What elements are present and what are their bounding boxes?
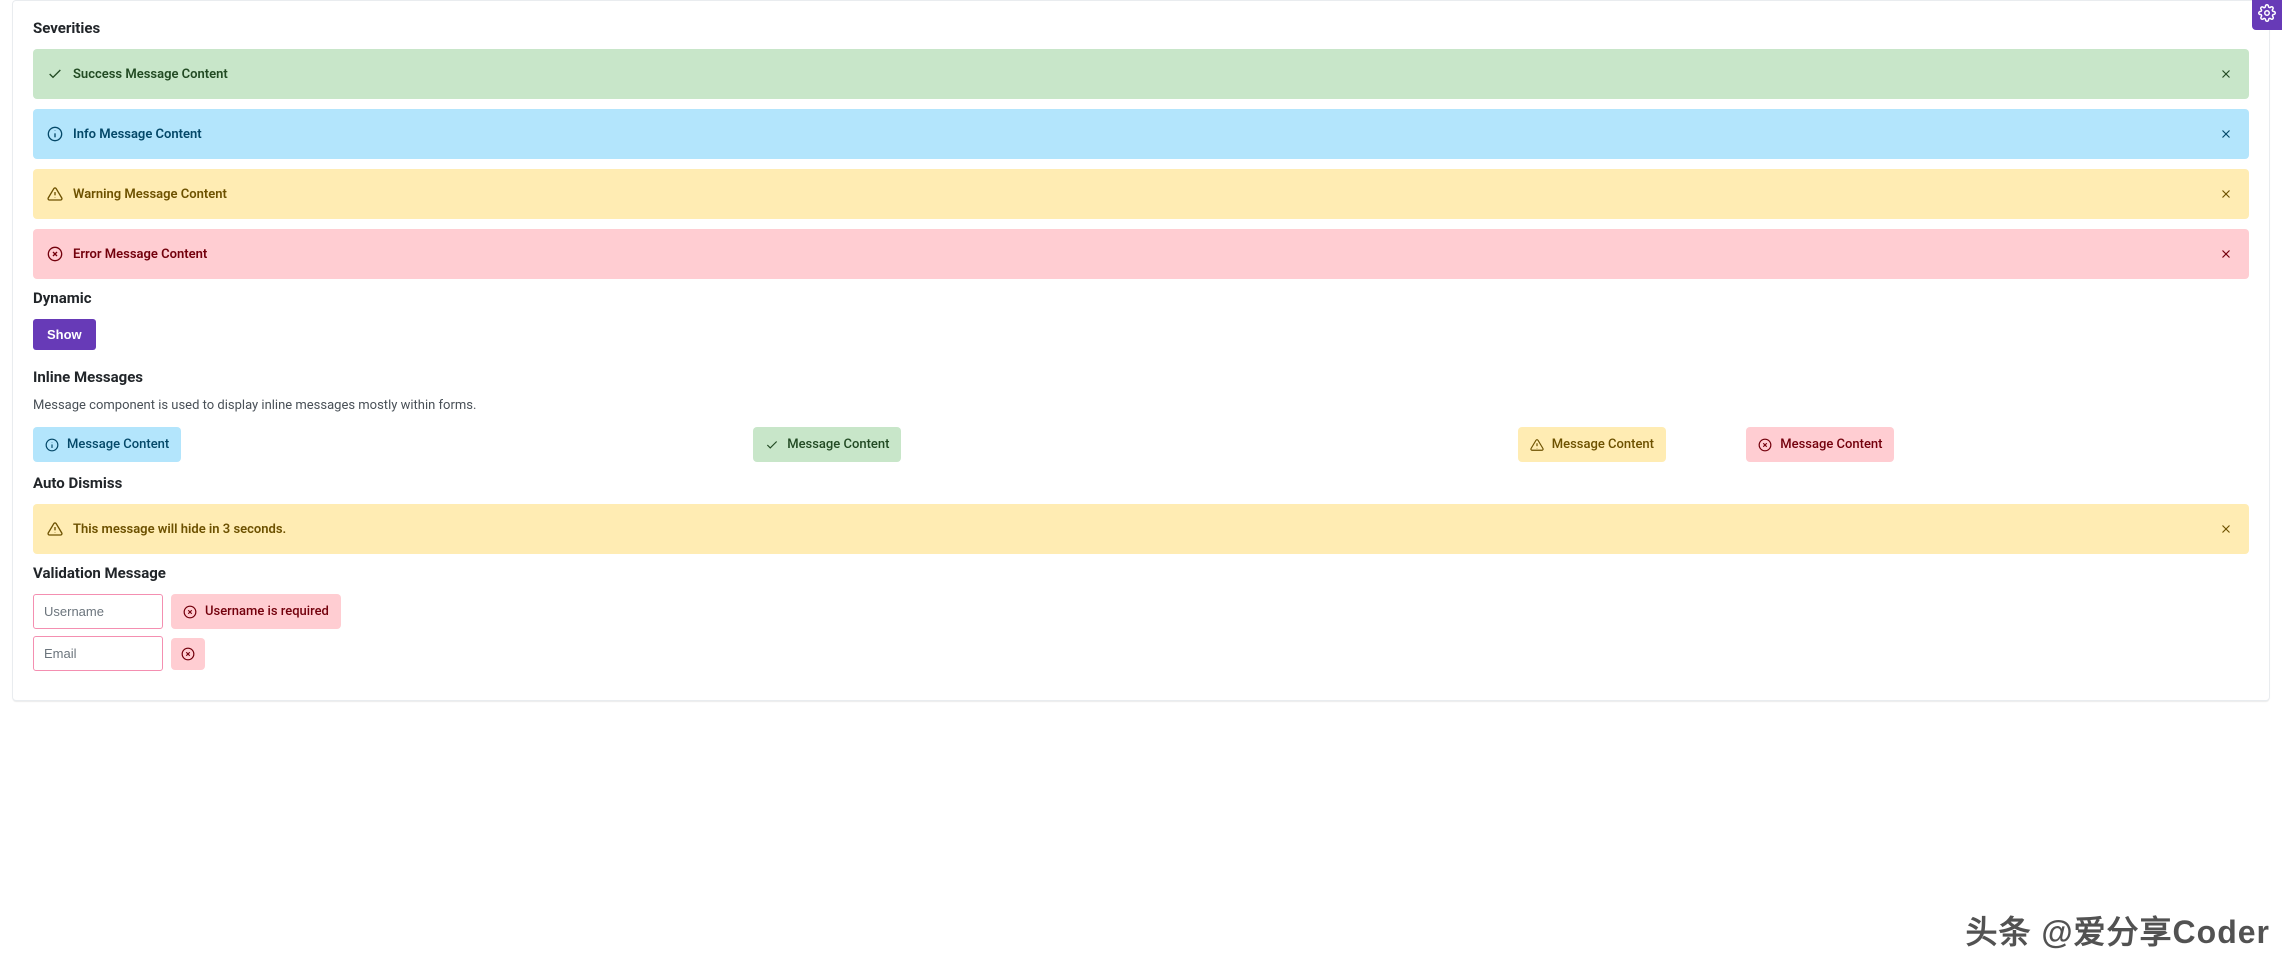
warning-icon	[47, 186, 63, 202]
message-error: Error Message Content	[33, 229, 2249, 279]
error-icon	[181, 647, 195, 661]
inline-message-text: Message Content	[787, 437, 889, 452]
error-icon	[183, 605, 197, 619]
settings-fab[interactable]	[2252, 0, 2282, 30]
info-icon	[47, 126, 63, 142]
check-icon	[765, 438, 779, 452]
email-row	[33, 636, 2249, 671]
inline-message-info: Message Content	[33, 427, 181, 462]
check-icon	[47, 66, 63, 82]
severities-heading: Severities	[33, 19, 2249, 37]
message-text: Error Message Content	[73, 247, 2217, 262]
message-text: Success Message Content	[73, 67, 2217, 82]
message-warn: Warning Message Content	[33, 169, 2249, 219]
username-input[interactable]	[33, 594, 163, 629]
warning-icon	[47, 521, 63, 537]
show-button[interactable]: Show	[33, 319, 96, 350]
inline-message-row: Message Content Message Content Message …	[33, 427, 2249, 462]
error-icon	[47, 246, 63, 262]
email-input[interactable]	[33, 636, 163, 671]
username-error-message: Username is required	[171, 594, 341, 629]
inline-message-error: Message Content	[1746, 427, 1894, 462]
dynamic-heading: Dynamic	[33, 289, 2249, 307]
message-text: Warning Message Content	[73, 187, 2217, 202]
demo-card: Severities Success Message Content Info …	[12, 0, 2270, 701]
message-text: This message will hide in 3 seconds.	[73, 522, 2217, 537]
validation-heading: Validation Message	[33, 564, 2249, 582]
inline-heading: Inline Messages	[33, 368, 2249, 386]
info-icon	[45, 438, 59, 452]
close-button[interactable]	[2217, 245, 2235, 263]
message-success: Success Message Content	[33, 49, 2249, 99]
close-button[interactable]	[2217, 125, 2235, 143]
message-info: Info Message Content	[33, 109, 2249, 159]
error-text: Username is required	[205, 604, 329, 619]
inline-message-text: Message Content	[67, 437, 169, 452]
message-text: Info Message Content	[73, 127, 2217, 142]
inline-message-text: Message Content	[1780, 437, 1882, 452]
inline-message-text: Message Content	[1552, 437, 1654, 452]
close-button[interactable]	[2217, 520, 2235, 538]
username-row: Username is required	[33, 594, 2249, 629]
auto-dismiss-heading: Auto Dismiss	[33, 474, 2249, 492]
inline-message-warn: Message Content	[1518, 427, 1666, 462]
warning-icon	[1530, 438, 1544, 452]
message-auto-dismiss: This message will hide in 3 seconds.	[33, 504, 2249, 554]
gear-icon	[2258, 4, 2276, 26]
watermark: 头条 @爱分享Coder	[1965, 907, 2270, 953]
close-button[interactable]	[2217, 65, 2235, 83]
close-button[interactable]	[2217, 185, 2235, 203]
inline-message-success: Message Content	[753, 427, 901, 462]
email-error-message	[171, 638, 205, 670]
error-icon	[1758, 438, 1772, 452]
inline-description: Message component is used to display inl…	[33, 398, 2249, 413]
